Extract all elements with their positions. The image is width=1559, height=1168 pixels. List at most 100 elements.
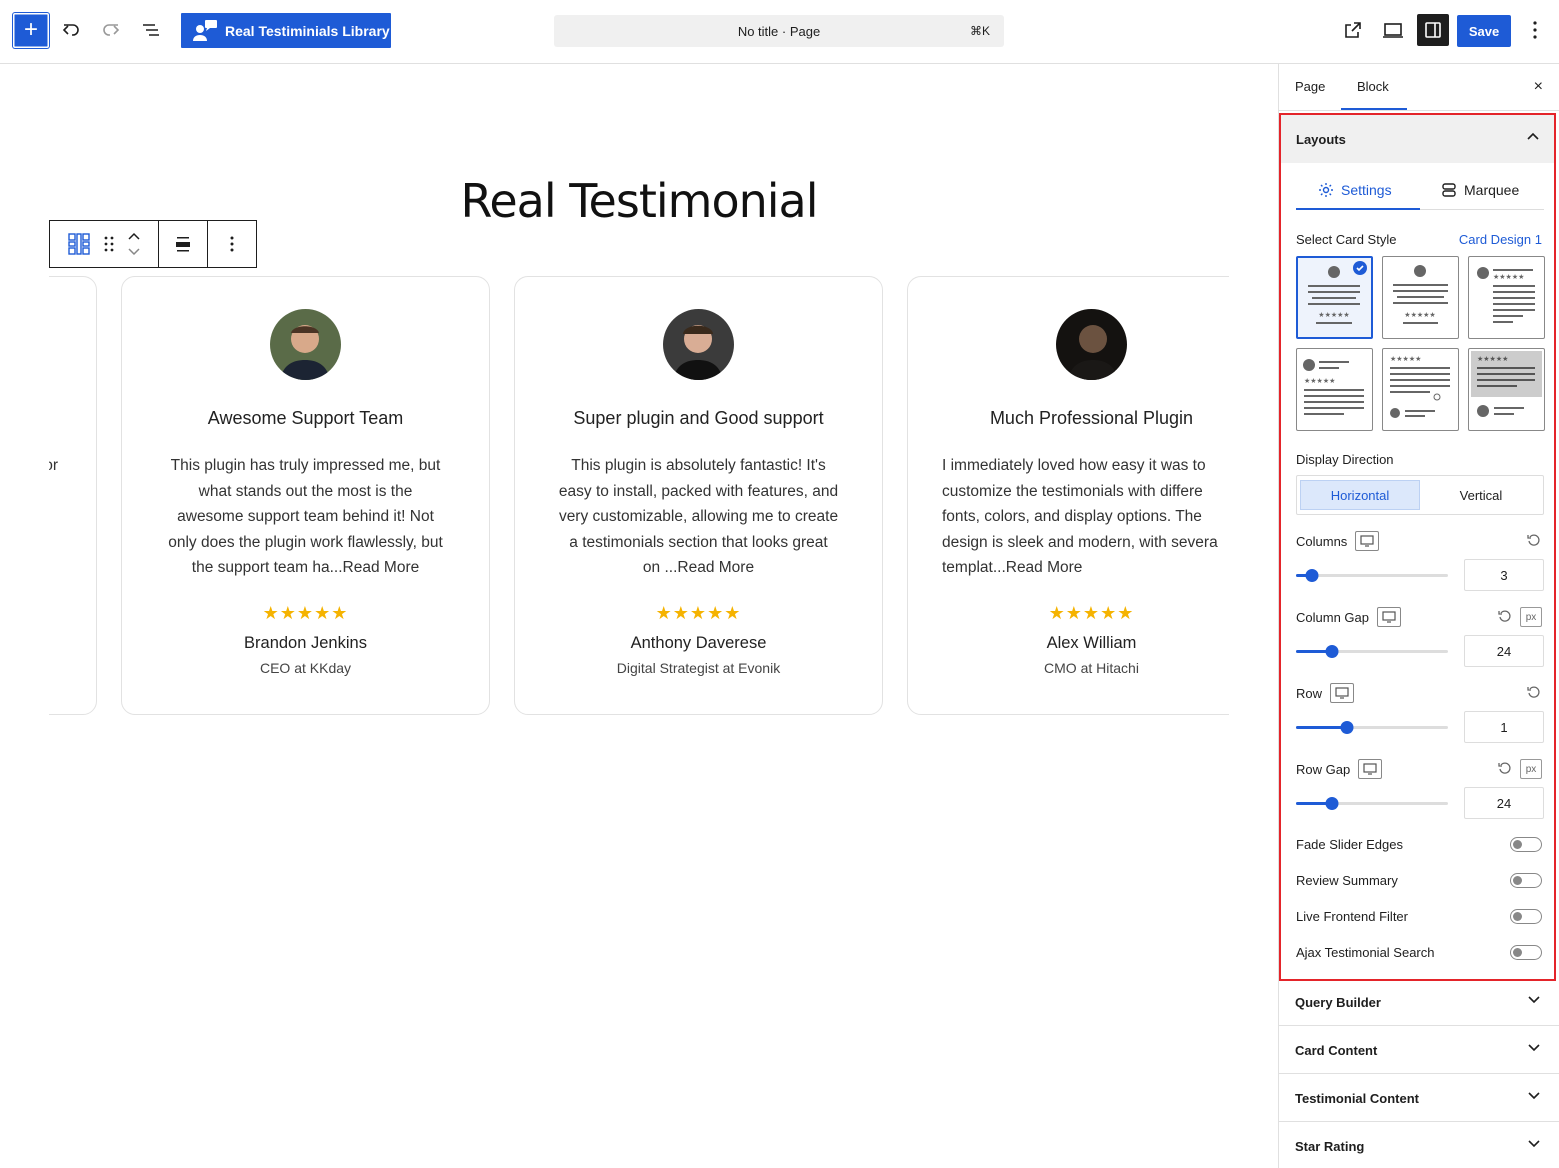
- testimonial-block-icon[interactable]: [67, 232, 91, 256]
- responsive-device-icon[interactable]: [1330, 683, 1355, 703]
- reset-icon[interactable]: [1498, 761, 1512, 775]
- testimonial-library-icon: [193, 19, 217, 41]
- move-up-down-icon[interactable]: [127, 231, 141, 257]
- document-title: No title · Page: [737, 23, 821, 39]
- card-text: This plugin is absolutely fantastic! It'…: [558, 457, 839, 576]
- card-style-value: Card Design 1: [1458, 232, 1542, 247]
- tab-block[interactable]: Block: [1357, 79, 1389, 94]
- align-center-icon: [176, 237, 190, 252]
- row-gap-label: Row Gap: [1296, 761, 1351, 777]
- partial-card-text: or: [49, 457, 58, 474]
- testimonial-slider[interactable]: or Awesome Support Team This plugin has …: [49, 276, 1229, 716]
- svg-text:★★★★★: ★★★★★: [1493, 273, 1524, 281]
- layout-subtabs: Settings Marquee: [1296, 173, 1544, 210]
- panel-title: Star Rating: [1295, 1139, 1365, 1154]
- drag-handle-icon[interactable]: [103, 235, 115, 253]
- reviewer-name: Brandon Jenkins: [244, 633, 367, 652]
- layouts-panel-title: Layouts: [1296, 132, 1346, 147]
- svg-text:★★★★★: ★★★★★: [1318, 311, 1349, 319]
- star-rating: ★★★★★: [1048, 602, 1135, 623]
- column-gap-slider[interactable]: [1296, 645, 1448, 658]
- subtab-settings[interactable]: Settings: [1318, 182, 1392, 198]
- subtab-settings-label: Settings: [1341, 182, 1392, 198]
- panel-query-builder[interactable]: Query Builder: [1279, 978, 1559, 1026]
- fade-slider-edges-toggle[interactable]: [1510, 837, 1542, 852]
- sidebar-tabs: Page Block ×: [1279, 64, 1559, 111]
- panel-title: Query Builder: [1295, 995, 1381, 1010]
- live-frontend-filter-toggle[interactable]: [1510, 909, 1542, 924]
- sidebar-icon: [1425, 22, 1441, 38]
- block-toolbar: [49, 220, 257, 268]
- unit-selector[interactable]: px: [1520, 759, 1542, 779]
- block-options-button[interactable]: [208, 221, 256, 267]
- card-text: This plugin has truly impressed me, but …: [168, 457, 443, 576]
- search-shortcut: ⌘K: [969, 24, 990, 38]
- device-preview-icon[interactable]: [1381, 18, 1405, 42]
- columns-label: Columns: [1296, 533, 1348, 549]
- direction-horizontal-button[interactable]: Horizontal: [1300, 480, 1420, 510]
- display-direction-label: Display Direction: [1296, 452, 1394, 467]
- card-design-option-3[interactable]: ★★★★★: [1468, 256, 1545, 339]
- testimonial-card[interactable]: Super plugin and Good support This plugi…: [514, 276, 883, 715]
- ajax-testimonial-search-toggle[interactable]: [1510, 945, 1542, 960]
- row-slider[interactable]: [1296, 721, 1448, 734]
- panel-testimonial-content[interactable]: Testimonial Content: [1279, 1074, 1559, 1122]
- card-design-option-6[interactable]: ★★★★★: [1468, 348, 1545, 431]
- card-design-grid: ★★★★★ ★★★★★ ★★★★★ ★★★★★ ★★★★★ ★★★★★: [1296, 256, 1546, 431]
- layouts-panel-header[interactable]: Layouts: [1281, 115, 1554, 163]
- columns-input[interactable]: 3: [1464, 559, 1544, 591]
- undo-icon[interactable]: [59, 18, 83, 42]
- testimonial-card[interactable]: Much Professional Plugin I immediately l…: [907, 276, 1229, 715]
- command-search-bar[interactable]: No title · Page ⌘K: [554, 15, 1004, 47]
- star-rating: ★★★★★: [262, 602, 349, 623]
- unit-selector[interactable]: px: [1520, 607, 1542, 627]
- card-title: Super plugin and Good support: [573, 408, 824, 428]
- panel-star-rating[interactable]: Star Rating: [1279, 1122, 1559, 1168]
- panel-card-content[interactable]: Card Content: [1279, 1026, 1559, 1074]
- columns-slider[interactable]: [1296, 569, 1448, 582]
- chevron-down-icon: [1528, 1044, 1540, 1052]
- column-gap-label: Column Gap: [1296, 609, 1369, 625]
- editor-top-bar: + Real Testiminials Library No title · P…: [0, 0, 1559, 64]
- gear-icon: [1319, 183, 1333, 197]
- card-design-option-4[interactable]: ★★★★★: [1296, 348, 1373, 431]
- row-gap-input[interactable]: 24: [1464, 787, 1544, 819]
- add-block-button[interactable]: +: [13, 13, 49, 48]
- more-options-icon[interactable]: [1523, 18, 1547, 42]
- reset-icon[interactable]: [1498, 609, 1512, 623]
- align-button[interactable]: [159, 221, 208, 267]
- svg-text:★★★★★: ★★★★★: [1404, 311, 1435, 319]
- svg-text:★★★★★: ★★★★★: [1477, 355, 1508, 363]
- responsive-device-icon[interactable]: [1376, 607, 1401, 627]
- responsive-device-icon[interactable]: [1355, 531, 1380, 551]
- subtab-marquee[interactable]: Marquee: [1441, 182, 1519, 198]
- star-rating: ★★★★★: [655, 602, 742, 623]
- vertical-ellipsis-icon: [230, 236, 234, 252]
- column-gap-input[interactable]: 24: [1464, 635, 1544, 667]
- card-design-option-5[interactable]: ★★★★★: [1382, 348, 1459, 431]
- responsive-device-icon[interactable]: [1358, 759, 1383, 779]
- real-testimonials-library-button[interactable]: Real Testiminials Library: [181, 13, 391, 48]
- avatar: [663, 309, 734, 380]
- reset-icon[interactable]: [1527, 533, 1541, 547]
- reviewer-role: CMO at Hitachi: [1044, 659, 1139, 676]
- row-label: Row: [1296, 685, 1323, 701]
- settings-sidebar-toggle[interactable]: [1417, 14, 1449, 46]
- redo-icon[interactable]: [99, 18, 123, 42]
- document-overview-icon[interactable]: [139, 18, 163, 42]
- close-sidebar-button[interactable]: ×: [1534, 78, 1543, 96]
- review-summary-toggle[interactable]: [1510, 873, 1542, 888]
- save-button[interactable]: Save: [1457, 15, 1511, 47]
- reviewer-role: CEO at KKday: [259, 659, 352, 676]
- card-design-option-1[interactable]: ★★★★★: [1296, 256, 1373, 339]
- card-design-option-2[interactable]: ★★★★★: [1382, 256, 1459, 339]
- tab-page[interactable]: Page: [1295, 79, 1325, 94]
- row-gap-slider[interactable]: [1296, 797, 1448, 810]
- testimonial-card[interactable]: Awesome Support Team This plugin has tru…: [121, 276, 490, 715]
- direction-vertical-button[interactable]: Vertical: [1421, 480, 1541, 510]
- card-title: Much Professional Plugin: [989, 408, 1194, 428]
- external-link-icon[interactable]: [1341, 18, 1365, 42]
- row-input[interactable]: 1: [1464, 711, 1544, 743]
- reset-icon[interactable]: [1527, 685, 1541, 699]
- display-direction-toggle: Horizontal Vertical: [1296, 475, 1544, 515]
